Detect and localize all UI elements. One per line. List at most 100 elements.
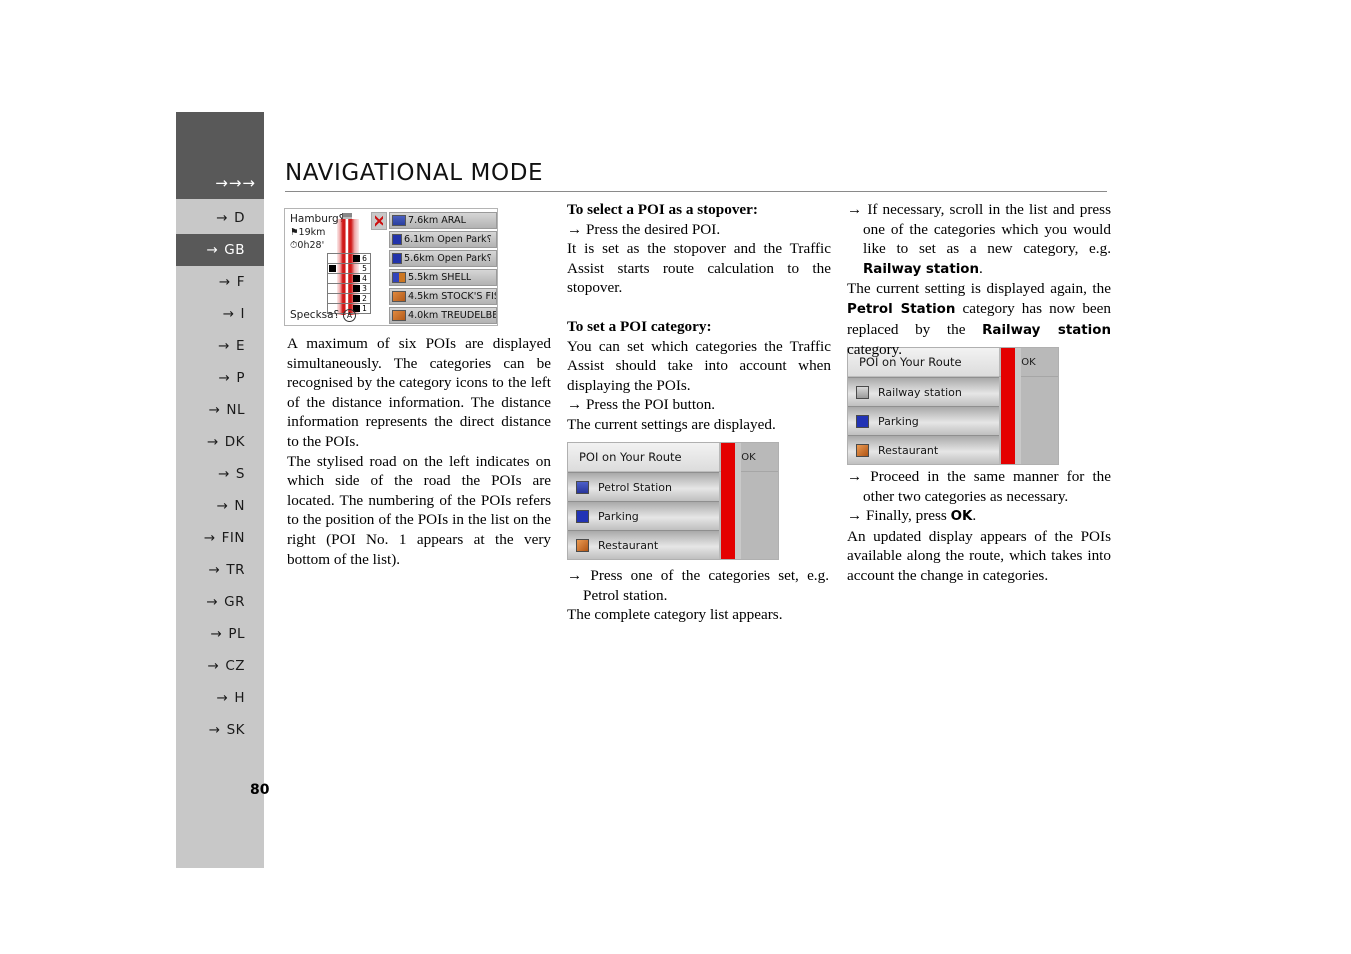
poi-side-block-icon: [353, 255, 360, 262]
category-label: Restaurant: [878, 443, 939, 457]
paragraph: An updated display appears of the POIs a…: [847, 527, 1111, 584]
category-row: Restaurant: [568, 530, 778, 559]
poi-list-item[interactable]: 4.5km STOCK'S FIS⸮: [389, 288, 497, 305]
poi-side-block-icon: [353, 275, 360, 282]
sidebar-item-s[interactable]: → S: [176, 458, 264, 490]
poi-list-item-label: 6.1km Open Park⸮: [404, 234, 492, 245]
category-icon: [576, 480, 589, 494]
poi-list-item[interactable]: 4.0km TREUDELBE⸮: [389, 307, 497, 324]
arrow-icon: →: [206, 594, 219, 610]
sidebar-item-d[interactable]: → D: [176, 202, 264, 234]
sidebar-item-label: DK: [224, 434, 245, 450]
rail-header: →→→: [176, 112, 264, 199]
arrow-icon: →: [218, 338, 230, 354]
sidebar-item-sk[interactable]: → SK: [176, 714, 264, 746]
road-poi-marker: 4: [327, 273, 371, 283]
arrow-icon: →: [208, 722, 221, 738]
poi-list-item[interactable]: 5.5km SHELL: [389, 269, 497, 286]
sidebar-item-i[interactable]: → I: [176, 298, 264, 330]
sidebar-item-e[interactable]: → E: [176, 330, 264, 362]
sidebar-item-fin[interactable]: → FIN: [176, 522, 264, 554]
category-icon: [856, 443, 869, 457]
sidebar-item-pl[interactable]: → PL: [176, 618, 264, 650]
category-label: Restaurant: [598, 538, 659, 552]
category-row: Parking: [848, 406, 1058, 435]
navigation-screenshot: Hamburg⸮ ⚑19km ⏱0h28' 654321 A Specksa⸮ …: [284, 208, 498, 326]
category-button[interactable]: Restaurant: [848, 435, 999, 464]
sidebar-item-n[interactable]: → N: [176, 490, 264, 522]
poi-side-block-icon: [329, 265, 336, 272]
poi-number: 6: [360, 254, 369, 263]
paragraph: A maximum of six POIs are displayed simu…: [287, 335, 551, 450]
arrow-icon: →: [216, 690, 229, 706]
category-icon: [856, 414, 869, 428]
road-poi-marker: 6: [327, 253, 371, 263]
arrow-icon: →: [210, 626, 223, 642]
arrow-icon: →: [203, 530, 216, 546]
nav-map-panel: Hamburg⸮ ⚑19km ⏱0h28' 654321 A Specksa⸮: [285, 209, 389, 325]
category-button[interactable]: Parking: [848, 406, 999, 435]
road-poi-marker-grid: 654321: [327, 253, 371, 314]
sidebar-item-tr[interactable]: → TR: [176, 554, 264, 586]
poi-list-item[interactable]: 6.1km Open Park⸮: [389, 231, 497, 248]
sidebar-item-gr[interactable]: → GR: [176, 586, 264, 618]
category-icon: [856, 385, 869, 399]
sidebar-item-label: TR: [226, 562, 245, 578]
sidebar-item-p[interactable]: → P: [176, 362, 264, 394]
dialog-right-pad: [719, 472, 778, 501]
category-label: Railway station: [878, 385, 962, 399]
poi-side-block-icon: [353, 295, 360, 302]
sidebar-item-label: H: [234, 690, 245, 706]
category-row: Petrol Station: [568, 472, 778, 501]
road-poi-marker: 2: [327, 293, 371, 303]
paragraph: The stylised road on the left indicates …: [287, 452, 551, 568]
step: → If necessary, scroll in the list and p…: [847, 201, 1111, 277]
category-button[interactable]: Railway station: [848, 377, 999, 406]
category-row: Railway station: [848, 377, 1058, 406]
sidebar-item-label: N: [234, 498, 245, 514]
poi-list-item-label: 5.5km SHELL: [408, 272, 472, 283]
poi-list-item[interactable]: 5.6km Open Park⸮: [389, 250, 497, 267]
body-column-2-top: To select a POI as a stopover: → Press t…: [567, 200, 831, 435]
sidebar-item-label: GR: [224, 594, 245, 610]
sidebar-item-f[interactable]: → F: [176, 266, 264, 298]
poi-category-icon: [392, 291, 406, 302]
sidebar-item-dk[interactable]: → DK: [176, 426, 264, 458]
sidebar-item-label: E: [235, 338, 245, 354]
step: → Finally, press OK.: [847, 507, 977, 525]
category-label: Petrol Station: [598, 480, 672, 494]
category-button[interactable]: Restaurant: [568, 530, 719, 559]
category-icon: [576, 509, 589, 523]
arrow-icon: →: [218, 370, 231, 386]
category-button[interactable]: Parking: [568, 501, 719, 530]
road-poi-marker: 3: [327, 283, 371, 293]
poi-list-item-label: 4.0km TREUDELBE⸮: [408, 310, 496, 321]
sidebar-item-gb[interactable]: → GB: [176, 234, 264, 266]
body-column-2-bottom: → Press one of the categories set, e.g. …: [567, 566, 829, 625]
sidebar-item-nl[interactable]: → NL: [176, 394, 264, 426]
sidebar-item-label: I: [240, 306, 245, 322]
poi-list-item[interactable]: 7.6km ARAL: [389, 212, 497, 229]
ok-button[interactable]: OK: [719, 443, 778, 472]
category-button[interactable]: Petrol Station: [568, 472, 719, 501]
poi-flag-button-icon[interactable]: [371, 212, 387, 230]
paragraph: It is set as the stopover and the Traffi…: [567, 240, 831, 297]
sidebar-item-label: D: [234, 210, 245, 226]
poi-category-dialog-updated: POI on Your Route OK Railway station Park…: [847, 347, 1059, 465]
dialog-right-pad: [999, 377, 1058, 406]
sidebar-item-h[interactable]: → H: [176, 682, 264, 714]
paragraph: The complete category list appears.: [567, 606, 783, 624]
poi-number: 1: [360, 304, 369, 313]
paragraph: You can set which categories the Traffic…: [567, 337, 831, 394]
poi-category-icon: [392, 253, 402, 264]
arrow-icon: →: [222, 306, 235, 322]
sidebar-item-cz[interactable]: → CZ: [176, 650, 264, 682]
sidebar-item-label: CZ: [225, 658, 245, 674]
page-title: NAVIGATIONAL MODE: [285, 160, 544, 186]
poi-list-item-label: 4.5km STOCK'S FIS⸮: [408, 291, 496, 302]
destination-label: Specksa⸮: [290, 309, 340, 321]
sidebar-item-label: GB: [224, 242, 245, 258]
poi-list-item-label: 5.6km Open Park⸮: [404, 253, 492, 264]
poi-number: 3: [360, 284, 369, 293]
dialog-title-row: POI on Your Route OK: [568, 443, 778, 472]
